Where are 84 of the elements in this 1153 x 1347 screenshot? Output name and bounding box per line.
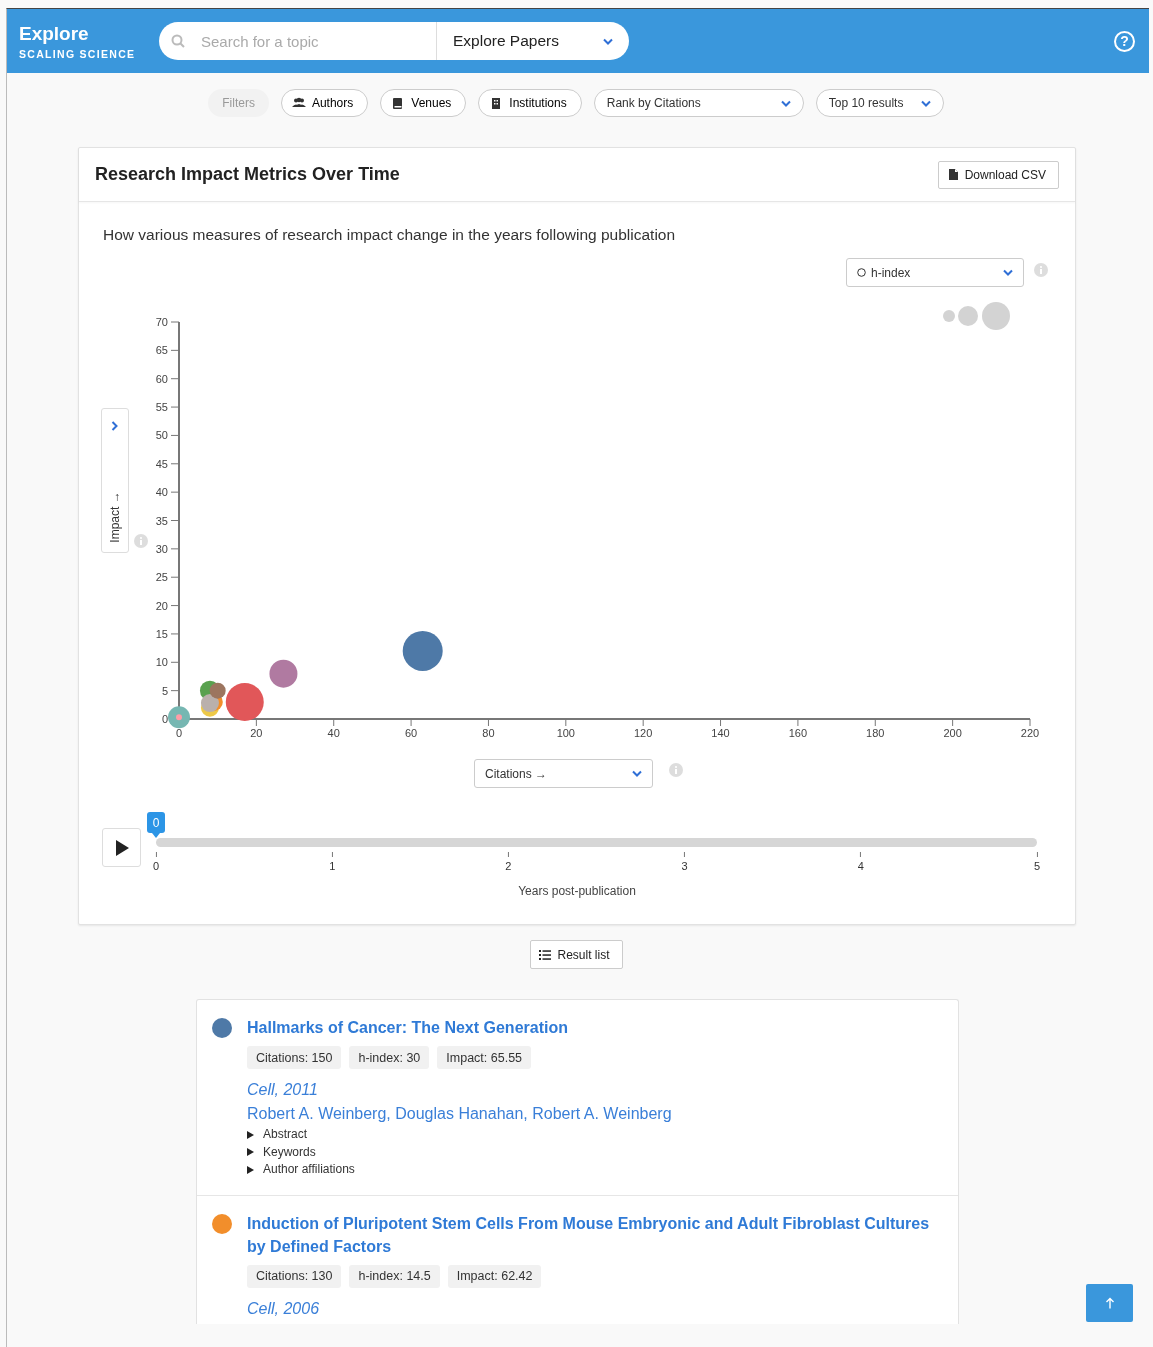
tick-label: 0	[175, 727, 183, 739]
tick-label: 60	[404, 727, 418, 739]
metric-tag: h-index: 14.5	[349, 1264, 440, 1288]
tick-label: 20	[250, 727, 263, 739]
tick-label: 160	[788, 727, 808, 739]
tick-label: 3	[681, 860, 688, 872]
info-icon	[1034, 263, 1048, 277]
venue-link[interactable]: Cell, 2006	[247, 1296, 320, 1321]
rank-select[interactable]: Rank by Citations	[593, 89, 804, 117]
tick-label: 2	[505, 860, 512, 872]
result-list-button[interactable]: Result list	[530, 940, 623, 969]
tick-label: 20	[155, 599, 168, 612]
tick-label: 40	[155, 486, 168, 499]
authors-link[interactable]: Robert A. Weinberg, Douglas Hanahan, Robert A. Weinberg	[247, 1102, 672, 1126]
list-icon	[539, 949, 552, 960]
card-title: Research Impact Metrics Over Time	[95, 164, 400, 185]
download-button[interactable]: Download CSV	[937, 160, 1059, 189]
app-title: Explore	[19, 22, 90, 45]
y-axis-select[interactable]: Impact →	[101, 408, 129, 553]
paper-title-link[interactable]: Hallmarks of Cancer: The Next Generation	[247, 1016, 568, 1039]
tick-label: 4	[857, 860, 864, 872]
tick-label: 40	[327, 727, 340, 739]
metric-tag: Citations: 130	[247, 1264, 342, 1288]
expandable-section[interactable]: Abstract	[247, 1126, 307, 1144]
filter-button[interactable]: Authors	[280, 89, 369, 117]
metric-tag: Citations: 150	[247, 1046, 342, 1069]
tick-label: 0	[152, 860, 160, 872]
expandable-section[interactable]: Keywords	[247, 1143, 316, 1161]
chevron-down-icon	[1003, 269, 1013, 276]
filter-button[interactable]: Institutions	[478, 89, 582, 117]
tick-label: 220	[1020, 727, 1040, 739]
filter-button[interactable]: Venues	[380, 89, 467, 117]
search-icon	[171, 34, 185, 48]
tick-label: 180	[866, 727, 885, 739]
tick-label: 80	[482, 727, 495, 739]
tick-label: 65	[155, 344, 168, 357]
tick-label: 10	[155, 656, 168, 669]
app-subtitle: SCALING SCIENCE	[19, 47, 137, 60]
size-select[interactable]: h-index	[846, 258, 1024, 287]
tick-label: 0	[161, 713, 168, 725]
arrow-up-icon	[1104, 1297, 1115, 1309]
slider-label: Years post-publication	[517, 884, 637, 900]
size-legend-icon	[943, 302, 1010, 330]
tick-label: 140	[711, 727, 730, 739]
tick-label: 5	[161, 684, 168, 697]
info-icon	[134, 534, 148, 548]
tick-label: 70	[155, 316, 168, 328]
tick-label: 30	[155, 542, 168, 555]
slider-track[interactable]	[156, 838, 1037, 847]
chevron-down-icon	[603, 37, 613, 45]
tick-label: 55	[155, 401, 168, 414]
play-icon	[114, 839, 129, 856]
tick-label: 100	[556, 727, 575, 739]
people-icon	[291, 96, 306, 110]
tick-label: 45	[155, 457, 168, 470]
metric-tag: Impact: 65.55	[437, 1046, 532, 1069]
tick-label: 35	[155, 514, 168, 527]
metric-tag: Impact: 62.42	[447, 1264, 542, 1288]
x-axis-select[interactable]: Citations →	[474, 759, 653, 788]
tick-label: 50	[155, 429, 168, 442]
play-button[interactable]	[102, 828, 141, 867]
file-icon	[948, 169, 958, 180]
tick-label: 120	[634, 727, 653, 739]
tick-label: 25	[155, 571, 168, 584]
chevron-down-icon	[632, 770, 642, 777]
filters-label: Filters	[208, 89, 269, 117]
expandable-section[interactable]: Author affiliations	[247, 1161, 355, 1179]
chevron-down-icon	[920, 99, 931, 107]
tick-label: 5	[1033, 860, 1041, 872]
metric-tag: h-index: 30	[349, 1046, 430, 1069]
tick-label: 60	[155, 372, 168, 385]
mode-select[interactable]: Explore Papers	[437, 22, 629, 60]
chart-description: How various measures of research impact change in the years following publication	[103, 226, 677, 244]
tick-label: 200	[943, 727, 962, 739]
tick-label: 1	[329, 860, 336, 872]
info-icon	[669, 763, 683, 777]
paper-title-link[interactable]: Induction of Pluripotent Stem Cells From Mouse Embryonic and Adult Fibroblast Cultures by Defined Factors	[247, 1211, 942, 1258]
chevron-right-icon	[111, 421, 118, 431]
circle-icon	[857, 268, 866, 277]
results-count-select[interactable]: Top 10 results	[815, 89, 944, 117]
scroll-to-top-button[interactable]	[1086, 1284, 1133, 1322]
chevron-down-icon	[780, 99, 791, 107]
venue-link[interactable]: Cell, 2011	[247, 1078, 318, 1102]
tick-label: 15	[155, 627, 168, 640]
